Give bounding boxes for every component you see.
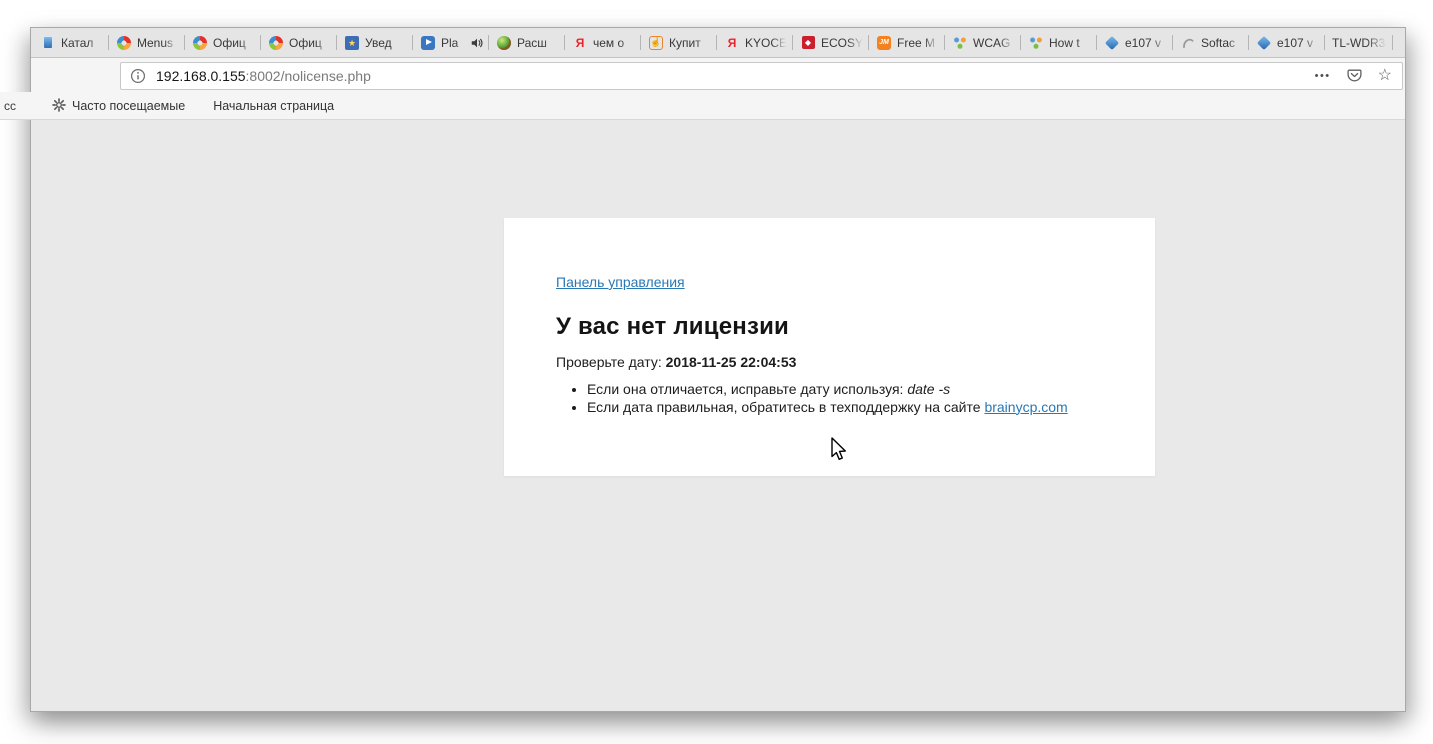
bullet-text: Если она отличается, исправьте дату испо… — [587, 381, 903, 397]
browser-tab[interactable]: Softac — [1173, 28, 1249, 57]
tab-title: Free M — [897, 36, 940, 50]
brainycp-link[interactable]: brainycp.com — [984, 399, 1067, 415]
yandex-icon: Я — [724, 35, 740, 51]
browser-tab[interactable]: JM Free M — [869, 28, 945, 57]
tab-title: How t — [1049, 36, 1092, 50]
tab-title: Menus — [137, 36, 180, 50]
yandex-icon: Я — [572, 35, 588, 51]
tab-title: Softac — [1201, 36, 1244, 50]
tab-title: Pla — [441, 36, 465, 50]
softaculous-icon — [1180, 35, 1196, 51]
tab-title: Офиц — [289, 36, 332, 50]
browser-tab[interactable]: Офиц — [185, 28, 261, 57]
url-path: :8002/nolicense.php — [246, 68, 371, 84]
bookmark-star-icon[interactable]: ☆ — [1378, 68, 1392, 84]
page-actions-icon[interactable]: ••• — [1315, 71, 1331, 81]
navigation-toolbar: 192.168.0.155:8002/nolicense.php ••• ☆ — [31, 58, 1405, 93]
browser-tab[interactable]: Pla — [413, 28, 489, 57]
browser-tab[interactable]: TL-WDR36 — [1325, 28, 1393, 57]
browser-window: Катал Menus Офиц Офиц ★ Увед Pla Расш Ячем о ☝ Куп… — [30, 27, 1406, 712]
bookmark-item[interactable]: Часто посещаемые — [52, 98, 185, 115]
browser-tab[interactable]: ☝ Купит — [641, 28, 717, 57]
check-date-line: Проверьте дату: 2018-11-25 22:04:53 — [556, 354, 1103, 370]
joomla-icon — [116, 35, 132, 51]
urlbar-actions: ••• ☆ — [1315, 67, 1392, 84]
buy-hand-icon: ☝ — [648, 35, 664, 51]
bookmarks-toolbar: сс Часто посещаемыеНачальная страница — [31, 93, 1405, 120]
color-circles-icon — [952, 35, 968, 51]
list-item: Если дата правильная, обратитесь в техпо… — [587, 399, 1103, 417]
control-panel-link[interactable]: Панель управления — [556, 274, 685, 290]
tab-title: ECOSY — [821, 36, 864, 50]
ecosys-icon: ◆ — [800, 35, 816, 51]
mouse-cursor — [828, 437, 850, 463]
browser-tab[interactable]: How t — [1021, 28, 1097, 57]
tab-title: e107 v — [1125, 36, 1168, 50]
instruction-list: Если она отличается, исправьте дату испо… — [556, 381, 1103, 416]
joomla-icon — [268, 35, 284, 51]
tab-title: WCAG — [973, 36, 1016, 50]
bullet-text: Если дата правильная, обратитесь в техпо… — [587, 399, 981, 415]
page-title: У вас нет лицензии — [556, 313, 1103, 341]
browser-tab[interactable]: ★ Увед — [337, 28, 413, 57]
e107-icon — [1256, 35, 1272, 51]
browser-tab[interactable]: ◆ ECOSY — [793, 28, 869, 57]
command-text: date -s — [907, 381, 950, 397]
tab-title: чем о — [593, 36, 636, 50]
browser-tab[interactable]: Ячем о — [565, 28, 641, 57]
bookmark-label: Часто посещаемые — [72, 99, 185, 113]
browser-tab[interactable]: Я KYOCE — [717, 28, 793, 57]
browser-tab[interactable]: Расш — [489, 28, 565, 57]
url-host: 192.168.0.155 — [156, 68, 246, 84]
video-player-icon — [420, 35, 436, 51]
tab-title: TL-WDR36 — [1332, 36, 1388, 50]
date-value: 2018-11-25 22:04:53 — [666, 354, 797, 370]
browser-tab[interactable]: WCAG — [945, 28, 1021, 57]
browser-tab[interactable]: Катал — [33, 28, 109, 57]
tab-title: KYOCE — [745, 36, 788, 50]
bookmark-label: Начальная страница — [213, 99, 334, 113]
browser-tab[interactable]: Menus — [109, 28, 185, 57]
joomla-monster-icon: JM — [876, 35, 892, 51]
list-item: Если она отличается, исправьте дату испо… — [587, 381, 1103, 399]
tab-title: Офиц — [213, 36, 256, 50]
green-globe-icon — [496, 35, 512, 51]
url-bar[interactable]: 192.168.0.155:8002/nolicense.php ••• ☆ — [120, 62, 1403, 90]
gear-icon — [52, 98, 66, 115]
joomla-icon — [192, 35, 208, 51]
tab-title: e107 v — [1277, 36, 1320, 50]
tab-title: Расш — [517, 36, 560, 50]
pocket-icon[interactable] — [1346, 67, 1363, 84]
truncated-bookmark-label[interactable]: сс — [4, 99, 16, 113]
page-content: Панель управления У вас нет лицензии Про… — [31, 120, 1405, 711]
site-info-icon[interactable] — [130, 68, 146, 84]
tab-audio-icon[interactable] — [470, 36, 484, 50]
bookmark-item[interactable]: Начальная страница — [207, 99, 334, 113]
tab-title: Катал — [61, 36, 104, 50]
browser-tab[interactable]: e107 v — [1249, 28, 1325, 57]
e107-icon — [1104, 35, 1120, 51]
color-circles-icon — [1028, 35, 1044, 51]
tab-title: Купит — [669, 36, 712, 50]
catalog-doc-icon — [40, 35, 56, 51]
tab-title: Увед — [365, 36, 408, 50]
check-date-label: Проверьте дату: — [556, 354, 662, 370]
browser-tab[interactable]: e107 v — [1097, 28, 1173, 57]
browser-tab[interactable]: Офиц — [261, 28, 337, 57]
notification-crest-icon: ★ — [344, 35, 360, 51]
tab-bar: Катал Menus Офиц Офиц ★ Увед Pla Расш Ячем о ☝ Куп… — [31, 28, 1405, 58]
